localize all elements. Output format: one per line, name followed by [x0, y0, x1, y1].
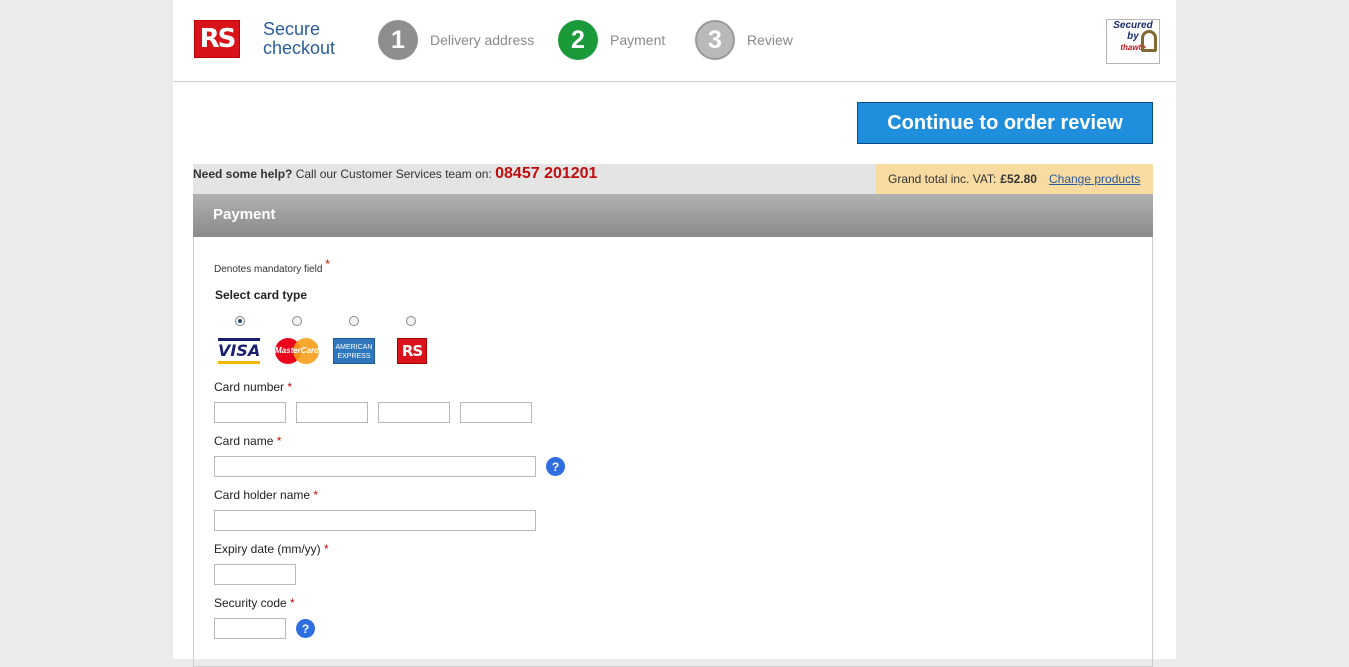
card-number-part-3[interactable] [378, 402, 450, 423]
rs-logo[interactable]: RS [194, 20, 240, 58]
card-radio-visa[interactable] [235, 316, 245, 326]
card-number-part-2[interactable] [296, 402, 368, 423]
required-asterisk: * [325, 257, 330, 271]
required-asterisk: * [287, 380, 293, 394]
payment-section-title: Payment [193, 194, 1153, 237]
card-name-label: Card name * [214, 434, 281, 448]
card-name-help-icon[interactable]: ? [546, 457, 565, 476]
grand-total-label: Grand total inc. VAT: [888, 172, 997, 186]
expiry-date-label: Expiry date (mm/yy) * [214, 542, 329, 556]
select-card-type-label: Select card type [215, 288, 308, 302]
security-code-help-icon[interactable]: ? [296, 619, 315, 638]
mandatory-note: Denotes mandatory field * [214, 257, 330, 275]
mandatory-note-text: Denotes mandatory field [214, 264, 323, 275]
security-code-label: Security code * [214, 596, 295, 610]
step-payment: 2 Payment [558, 20, 665, 60]
help-phone-number: 08457 201201 [495, 165, 598, 182]
required-asterisk: * [313, 488, 319, 502]
step-2-label: Payment [610, 32, 666, 48]
visa-logo[interactable]: VISA [218, 338, 260, 364]
required-asterisk: * [290, 596, 295, 610]
help-description: Call our Customer Services team on: [295, 167, 492, 181]
card-number-part-4[interactable] [460, 402, 532, 423]
step-review: 3 Review [695, 20, 793, 60]
help-text: Need some help? Call our Customer Servic… [193, 165, 597, 183]
help-bar: Need some help? Call our Customer Servic… [193, 164, 1153, 194]
card-holder-name-label: Card holder name * [214, 488, 318, 502]
rs-card-logo[interactable]: RS [397, 338, 427, 364]
continue-to-order-review-button[interactable]: Continue to order review [857, 102, 1153, 144]
mastercard-logo-text: MasterCard [275, 346, 320, 355]
step-1-label: Delivery address [430, 32, 535, 48]
card-radio-mastercard[interactable] [292, 316, 302, 326]
checkout-header: RS Secure checkout 1 Delivery address 2 … [173, 0, 1176, 82]
step-2-number: 2 [558, 20, 598, 60]
checkout-page: RS Secure checkout 1 Delivery address 2 … [173, 0, 1176, 667]
card-number-label-text: Card number [214, 380, 285, 394]
amex-logo[interactable]: AMERICAN EXPRESS [333, 338, 375, 364]
security-code-label-text: Security code [214, 596, 287, 610]
step-3-label: Review [747, 32, 793, 48]
help-prefix: Need some help? [193, 167, 293, 181]
card-holder-name-input[interactable] [214, 510, 536, 531]
expiry-date-input[interactable] [214, 564, 296, 585]
payment-form: Denotes mandatory field * Select card ty… [193, 237, 1153, 667]
padlock-icon [1141, 30, 1157, 52]
change-products-link[interactable]: Change products [1049, 172, 1140, 186]
card-name-input[interactable] [214, 456, 536, 477]
card-radio-amex[interactable] [349, 316, 359, 326]
thawte-security-badge[interactable]: Secured by thawte [1106, 19, 1160, 64]
card-radio-rs[interactable] [406, 316, 416, 326]
grand-total-amount: £52.80 [1000, 172, 1037, 186]
secure-checkout-title: Secure checkout [263, 20, 353, 58]
rs-logo-text: RS [199, 24, 237, 54]
step-delivery-address: 1 Delivery address [378, 20, 534, 60]
card-name-label-text: Card name [214, 434, 274, 448]
card-number-label: Card number * [214, 380, 292, 394]
required-asterisk: * [324, 542, 329, 556]
mastercard-logo[interactable]: MasterCard [275, 338, 319, 364]
title-line-2: checkout [263, 38, 336, 58]
step-1-number: 1 [378, 20, 418, 60]
grand-total-box: Grand total inc. VAT: £52.80 Change prod… [876, 164, 1153, 194]
title-line-1: Secure [263, 19, 321, 39]
card-number-part-1[interactable] [214, 402, 286, 423]
required-asterisk: * [276, 434, 282, 448]
expiry-date-label-text: Expiry date (mm/yy) [214, 542, 321, 556]
security-code-input[interactable] [214, 618, 286, 639]
step-3-number: 3 [695, 20, 735, 60]
card-holder-name-label-text: Card holder name [214, 488, 311, 502]
